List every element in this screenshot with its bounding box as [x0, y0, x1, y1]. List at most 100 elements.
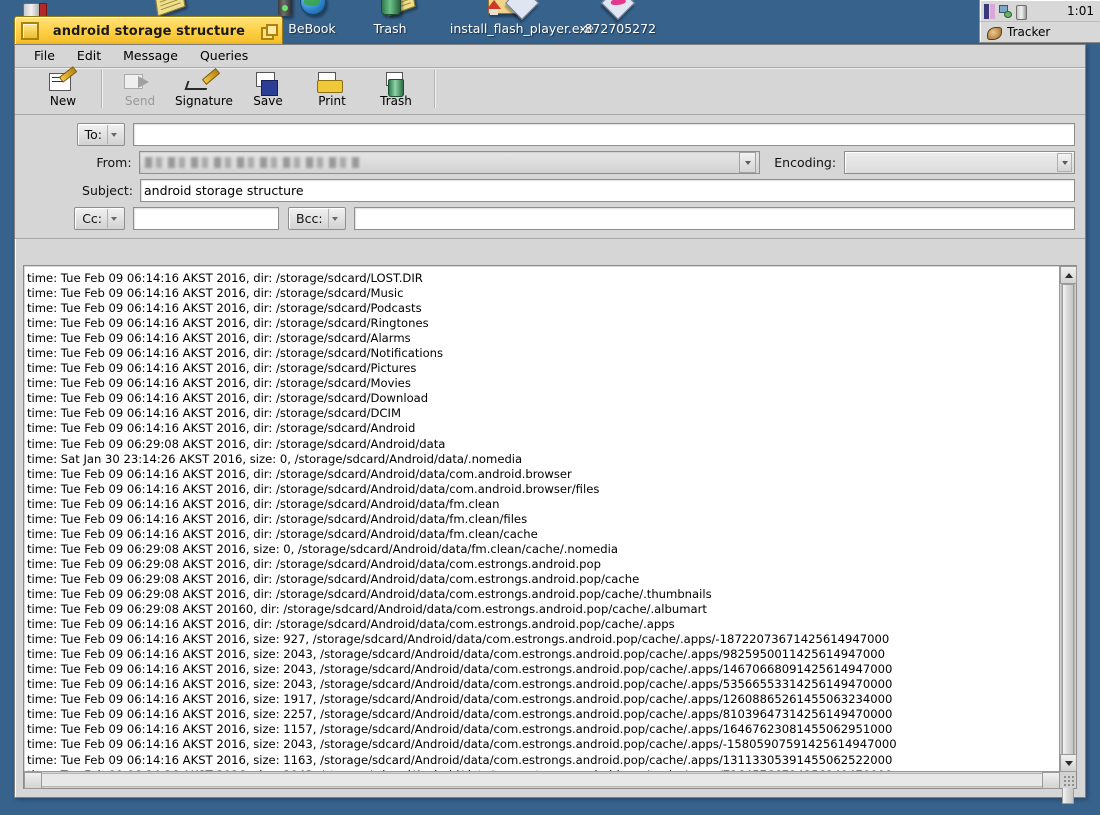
scroll-left-button[interactable] — [24, 772, 42, 789]
vertical-scroll-thumb[interactable] — [1062, 284, 1074, 804]
signature-icon — [172, 71, 236, 95]
body-line: time: Tue Feb 09 06:14:16 AKST 2016, dir… — [27, 406, 401, 421]
body-line: time: Tue Feb 09 06:29:08 AKST 2016, dir… — [27, 436, 446, 451]
chevron-down-icon — [107, 209, 120, 228]
body-line: time: Tue Feb 09 06:14:16 AKST 2016, siz… — [27, 662, 893, 677]
from-input[interactable] — [138, 151, 761, 174]
redacted-email-text — [144, 157, 360, 168]
window-title: android storage structure — [52, 23, 246, 39]
header-fields: To: From: Encoding: Subject: android sto… — [15, 115, 1085, 239]
body-line: time: Tue Feb 09 06:14:16 AKST 2016, dir… — [27, 301, 422, 316]
body-line: time: Tue Feb 09 06:14:16 AKST 2016, dir… — [27, 361, 417, 376]
bcc-label: Bcc: — [296, 211, 323, 226]
chevron-down-icon — [1057, 153, 1072, 172]
body-line: time: Tue Feb 09 06:14:16 AKST 2016, siz… — [27, 632, 890, 647]
chevron-up-icon — [1064, 272, 1073, 278]
horizontal-scroll-track[interactable] — [41, 773, 1043, 787]
menu-message[interactable]: Message — [112, 46, 189, 66]
body-line: time: Tue Feb 09 06:14:16 AKST 2016, dir… — [27, 286, 404, 301]
cc-input[interactable] — [133, 207, 279, 230]
chevron-down-icon — [1064, 760, 1073, 766]
subject-value: android storage structure — [144, 183, 304, 198]
send-button-label: Send — [124, 94, 156, 108]
body-line: time: Tue Feb 09 06:29:08 AKST 2016, dir… — [27, 586, 712, 601]
body-line: time: Tue Feb 09 06:14:16 AKST 2016, siz… — [27, 707, 893, 722]
new-button-label: New — [49, 94, 77, 108]
scroll-right-button[interactable] — [1042, 772, 1060, 789]
body-line: time: Tue Feb 09 06:14:16 AKST 2016, siz… — [27, 647, 886, 662]
window-body: File Edit Message Queries New Send Signa… — [14, 44, 1086, 804]
vertical-scrollbar[interactable] — [1059, 266, 1077, 804]
resize-grip[interactable] — [1059, 771, 1076, 788]
toolbar: New Send Signature Save Print Trash — [15, 68, 1085, 115]
body-line: time: Tue Feb 09 06:14:16 AKST 2016, siz… — [27, 692, 893, 707]
body-line: time: Tue Feb 09 06:14:16 AKST 2016, dir… — [27, 331, 411, 346]
cc-label-button[interactable]: Cc: — [74, 207, 125, 230]
message-body-text[interactable]: time: Tue Feb 09 06:14:16 AKST 2016, dir… — [25, 267, 1059, 771]
body-line: time: Tue Feb 09 06:14:16 AKST 2016, siz… — [27, 722, 893, 737]
subject-row: Subject: android storage structure — [25, 179, 1075, 202]
cc-bcc-row: Cc: Bcc: — [25, 207, 1075, 230]
message-body-frame: time: Tue Feb 09 06:14:16 AKST 2016, dir… — [23, 265, 1077, 804]
print-button[interactable]: Print — [300, 68, 364, 108]
encoding-label: Encoding: — [774, 155, 837, 170]
signature-button[interactable]: Signature — [172, 68, 236, 108]
signature-button-label: Signature — [175, 94, 233, 108]
mail-window: android storage structure File Edit Mess… — [14, 16, 1086, 804]
trash-button[interactable]: Trash — [364, 68, 428, 108]
send-button[interactable]: Send — [108, 68, 172, 108]
print-button-label: Print — [318, 94, 346, 108]
toolbar-separator — [101, 70, 102, 108]
body-line: time: Tue Feb 09 06:29:08 AKST 2016, dir… — [27, 556, 601, 571]
menu-bar: File Edit Message Queries — [15, 45, 1085, 68]
zoom-icon[interactable] — [261, 24, 278, 40]
body-line: time: Tue Feb 09 06:14:16 AKST 2016, dir… — [27, 511, 528, 526]
body-line: time: Tue Feb 09 06:29:08 AKST 2016, dir… — [27, 571, 640, 586]
body-line: time: Tue Feb 09 06:14:16 AKST 2016, dir… — [27, 526, 538, 541]
body-line: time: Tue Feb 09 06:14:16 AKST 2016, dir… — [27, 466, 572, 481]
to-label: To: — [84, 127, 102, 142]
body-line: time: Tue Feb 09 06:14:16 AKST 2016, dir… — [27, 376, 411, 391]
save-icon — [236, 71, 300, 96]
body-line: time: Tue Feb 09 06:14:16 AKST 2016, dir… — [27, 481, 600, 496]
scroll-up-button[interactable] — [1060, 266, 1077, 284]
body-line: time: Tue Feb 09 06:14:16 AKST 2016, dir… — [27, 421, 416, 436]
body-line: time: Tue Feb 09 06:14:16 AKST 2016, dir… — [27, 346, 444, 361]
window-titlebar: android storage structure — [14, 16, 1086, 45]
menu-queries[interactable]: Queries — [189, 46, 259, 66]
body-line: time: Tue Feb 09 06:14:16 AKST 2016, dir… — [27, 496, 500, 511]
body-line: time: Tue Feb 09 06:29:08 AKST 2016, siz… — [27, 541, 618, 556]
to-row: To: — [25, 123, 1075, 146]
to-input[interactable] — [133, 123, 1075, 146]
body-line: time: Tue Feb 09 06:29:08 AKST 20160, di… — [27, 602, 707, 617]
new-button[interactable]: New — [31, 68, 95, 108]
send-icon — [108, 71, 172, 95]
body-line: time: Tue Feb 09 06:14:16 AKST 2016, dir… — [27, 316, 429, 331]
bcc-label-button[interactable]: Bcc: — [288, 207, 346, 230]
menu-file[interactable]: File — [23, 46, 66, 66]
body-line: time: Tue Feb 09 06:14:16 AKST 2016, siz… — [27, 737, 897, 752]
message-body-area: time: Tue Feb 09 06:14:16 AKST 2016, dir… — [23, 265, 1077, 804]
save-button-label: Save — [253, 94, 283, 108]
from-label: From: — [96, 155, 132, 170]
chevron-down-icon — [327, 209, 341, 228]
menu-edit[interactable]: Edit — [66, 46, 112, 66]
body-line: time: Tue Feb 09 06:14:16 AKST 2016, siz… — [27, 677, 893, 692]
close-icon[interactable] — [21, 22, 39, 40]
body-line: time: Sat Jan 30 23:14:26 AKST 2016, siz… — [27, 451, 523, 466]
from-row: From: Encoding: — [25, 151, 1075, 174]
toolbar-separator-end — [434, 70, 435, 108]
to-label-button[interactable]: To: — [76, 123, 125, 146]
body-line: time: Tue Feb 09 06:14:16 AKST 2016, dir… — [27, 617, 675, 632]
print-icon — [300, 71, 364, 95]
chevron-down-icon[interactable] — [739, 152, 757, 173]
window-tab[interactable]: android storage structure — [14, 16, 283, 45]
subject-label: Subject: — [82, 183, 133, 198]
scroll-down-button[interactable] — [1060, 754, 1077, 772]
horizontal-scrollbar[interactable] — [24, 771, 1060, 789]
bcc-input[interactable] — [353, 207, 1075, 230]
encoding-select[interactable] — [844, 151, 1075, 174]
save-button[interactable]: Save — [236, 68, 300, 108]
subject-input[interactable]: android storage structure — [140, 179, 1075, 202]
body-line: time: Tue Feb 09 06:14:16 AKST 2016, dir… — [27, 391, 429, 406]
